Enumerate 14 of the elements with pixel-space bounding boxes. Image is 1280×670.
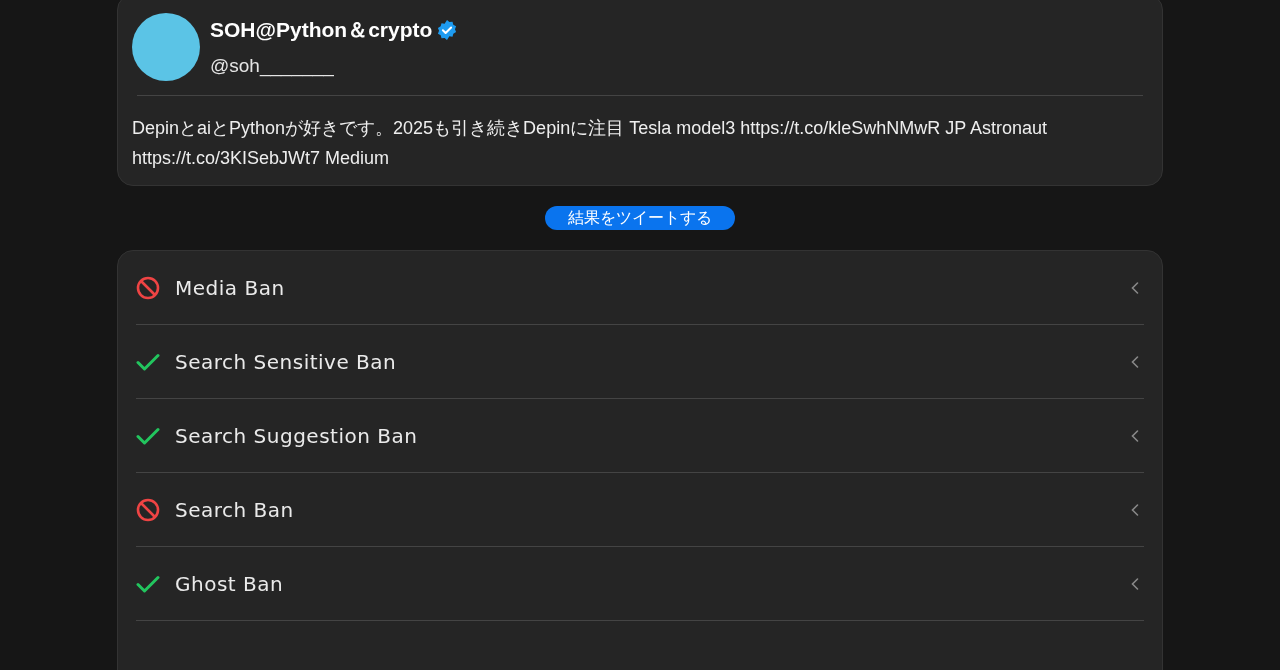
check-label: Ghost Ban	[175, 570, 285, 598]
chevron-icon[interactable]	[1130, 280, 1140, 295]
check-label: Search Sensitive Ban	[175, 348, 398, 376]
chevron-icon[interactable]	[1130, 502, 1140, 517]
chevron-icon[interactable]	[1130, 428, 1140, 443]
chevron-icon[interactable]	[1130, 354, 1140, 369]
profile-name: SOH@Python＆crypto	[210, 17, 433, 43]
check-label: Search Ban	[175, 496, 295, 524]
profile-bio: DepinとaiとPythonが好きです。2025も引き続きDepinに注目 Tesla model3 https://t.co/kleSwhNMwR JP Astronaut https://t.co/3KISebJWt7 Medium	[132, 117, 1048, 170]
tweet-result-button[interactable]: 結果をツイートする	[545, 206, 735, 230]
check-label: Search Suggestion Ban	[175, 422, 419, 450]
chevron-icon[interactable]	[1130, 576, 1140, 591]
check-label: Media Ban	[175, 274, 286, 302]
profile-handle: @soh_______	[210, 53, 335, 79]
